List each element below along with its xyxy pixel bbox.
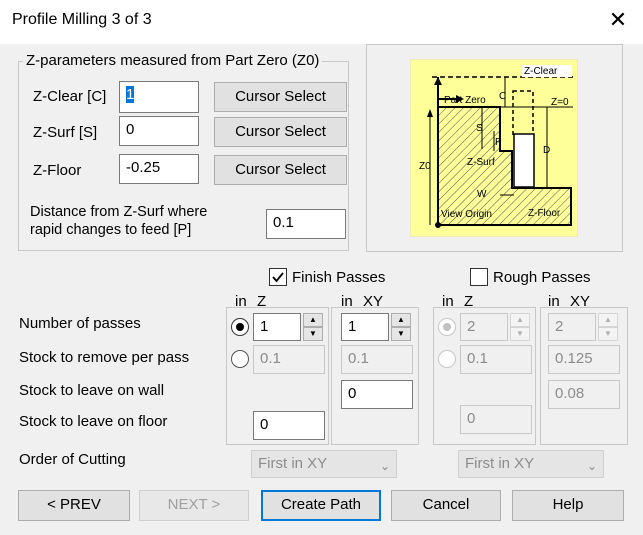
finish-passes-xy-spinner[interactable]: ▲ ▼ <box>391 313 411 341</box>
finish-passes-z-input[interactable]: 1 <box>253 313 301 341</box>
zclear-cursor-select-button[interactable]: Cursor Select <box>214 82 347 112</box>
diagram-d-label: D <box>543 145 550 156</box>
rough-stock-pass-xy-input: 0.125 <box>548 345 620 374</box>
rough-stock-wall-input: 0.08 <box>548 380 620 409</box>
finish-order-select: First in XY ⌄ <box>251 450 397 478</box>
next-button: NEXT > <box>139 490 249 521</box>
rough-passes-label: Rough Passes <box>493 269 591 286</box>
rough-passes-checkbox[interactable] <box>470 268 488 286</box>
milling-diagram: Z-Clear Part Zero C Z=0 S P D Z0 Z-Surf … <box>410 59 578 237</box>
diagram-c-label: C <box>499 91 506 102</box>
rough-stock-floor-input: 0 <box>460 405 532 434</box>
rough-order-value: First in XY <box>465 455 535 472</box>
spin-down-icon: ▼ <box>510 327 530 341</box>
finish-passes-label: Finish Passes <box>292 269 386 286</box>
diagram-view-origin-label: View Origin <box>441 209 492 220</box>
create-path-button[interactable]: Create Path <box>261 490 381 521</box>
zfloor-input[interactable]: -0.25 <box>119 154 199 184</box>
spin-down-icon: ▼ <box>598 327 618 341</box>
finish-passes-xy-input[interactable]: 1 <box>341 313 389 341</box>
rough-xy-radio <box>438 350 456 368</box>
spin-up-icon[interactable]: ▲ <box>303 313 323 327</box>
checkmark-icon <box>272 272 284 283</box>
spin-up-icon: ▲ <box>510 313 530 327</box>
finish-stock-pass-xy-input: 0.1 <box>341 345 413 374</box>
finish-stock-pass-z-input: 0.1 <box>253 345 325 374</box>
distance-input[interactable]: 0.1 <box>266 209 346 239</box>
chevron-down-icon: ⌄ <box>586 459 597 473</box>
spin-up-icon: ▲ <box>598 313 618 327</box>
zsurf-label: Z-Surf [S] <box>33 124 98 141</box>
finish-stock-floor-input[interactable]: 0 <box>253 411 325 440</box>
zfloor-label: Z-Floor <box>33 162 82 179</box>
diagram-z0-label: Z0 <box>419 161 431 172</box>
spin-down-icon[interactable]: ▼ <box>391 327 411 341</box>
diagram-zfloor-label: Z-Floor <box>528 208 561 219</box>
tool-solid <box>513 133 535 188</box>
finish-xy-radio[interactable] <box>231 350 249 368</box>
stock-floor-label: Stock to leave on floor <box>19 413 168 430</box>
zclear-value: 1 <box>126 86 135 103</box>
order-of-cutting-label: Order of Cutting <box>19 451 126 468</box>
diagram-zsurf-label: Z-Surf <box>467 157 495 168</box>
diagram-part-zero-label: Part Zero <box>444 95 486 106</box>
zsurf-input[interactable]: 0 <box>119 116 199 146</box>
finish-z-radio[interactable] <box>231 318 249 336</box>
rough-passes-z-spinner: ▲ ▼ <box>510 313 530 341</box>
rough-passes-z-input: 2 <box>460 313 508 341</box>
finish-stock-wall-input[interactable]: 0 <box>341 380 413 409</box>
spin-down-icon[interactable]: ▼ <box>303 327 323 341</box>
zclear-input[interactable]: 1 <box>119 81 199 113</box>
finish-passes-z-spinner[interactable]: ▲ ▼ <box>303 313 323 341</box>
distance-label-line2: rapid changes to feed [P] <box>30 222 192 238</box>
distance-label-line1: Distance from Z-Surf where <box>30 204 208 220</box>
diagram-s-label: S <box>476 123 483 134</box>
stock-per-pass-label: Stock to remove per pass <box>19 349 190 366</box>
cancel-button[interactable]: Cancel <box>391 490 501 521</box>
zclear-label: Z-Clear [C] <box>33 88 107 105</box>
number-of-passes-label: Number of passes <box>19 315 141 332</box>
rough-stock-pass-z-input: 0.1 <box>460 345 532 374</box>
zsurf-cursor-select-button[interactable]: Cursor Select <box>214 117 347 147</box>
rough-order-select: First in XY ⌄ <box>458 450 604 478</box>
diagram-w-label: W <box>477 189 487 200</box>
window-title: Profile Milling 3 of 3 <box>12 11 152 28</box>
rough-passes-xy-spinner: ▲ ▼ <box>598 313 618 341</box>
rough-passes-xy-input: 2 <box>548 313 596 341</box>
help-button[interactable]: Help <box>512 490 624 521</box>
spin-up-icon[interactable]: ▲ <box>391 313 411 327</box>
stock-wall-label: Stock to leave on wall <box>19 382 165 399</box>
prev-button[interactable]: < PREV <box>18 490 130 521</box>
diagram-zclear-label: Z-Clear <box>524 66 558 77</box>
close-icon[interactable]: ✕ <box>606 8 630 32</box>
diagram-z0eq-label: Z=0 <box>551 97 569 108</box>
diagram-p-label: P <box>495 137 502 148</box>
zfloor-cursor-select-button[interactable]: Cursor Select <box>214 155 347 185</box>
chevron-down-icon: ⌄ <box>379 459 390 473</box>
finish-passes-checkbox[interactable] <box>269 268 287 286</box>
zparams-group-label: Z-parameters measured from Part Zero (Z0… <box>23 52 323 69</box>
rough-z-radio <box>438 318 456 336</box>
finish-order-value: First in XY <box>258 455 328 472</box>
